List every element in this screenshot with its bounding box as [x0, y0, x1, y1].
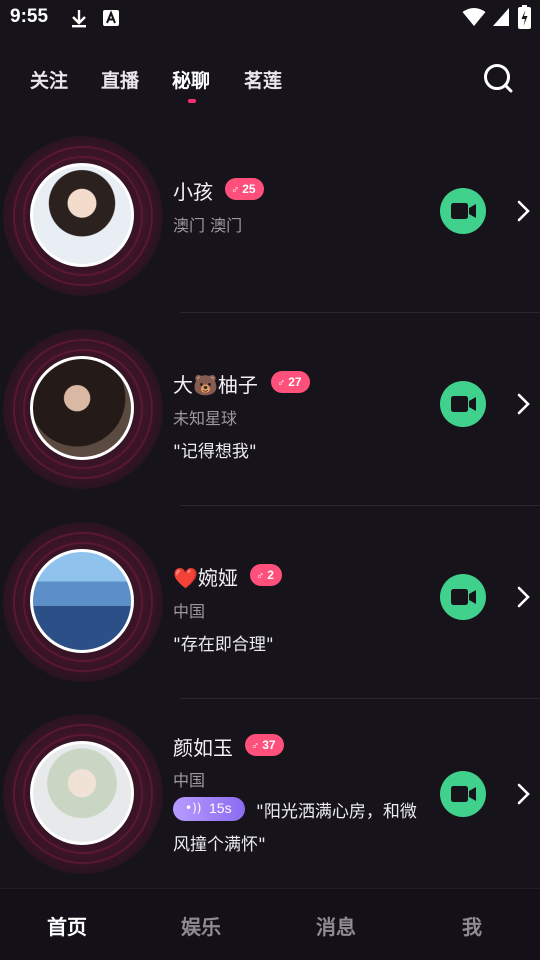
video-camera-icon — [451, 396, 476, 412]
gender-icon: ♂ — [251, 740, 260, 752]
video-camera-icon — [451, 203, 476, 219]
search-button[interactable] — [482, 62, 514, 94]
battery-icon — [518, 5, 531, 29]
keyboard-a-icon — [103, 10, 119, 26]
level-badge: ♂ 27 — [271, 371, 310, 393]
level-value: 37 — [262, 738, 276, 752]
user-location: 中国 — [173, 602, 206, 621]
signal-icon — [493, 8, 509, 26]
search-icon — [484, 64, 513, 93]
avatar[interactable] — [30, 741, 134, 845]
user-location: 中国 — [173, 771, 206, 790]
active-tab-indicator — [188, 99, 196, 103]
gender-icon: ♂ — [256, 570, 265, 582]
user-signature-line2: 风撞个满怀" — [173, 835, 266, 855]
user-signature: "记得想我" — [173, 442, 257, 462]
list-item[interactable]: 颜如玉 ♂ 37 中国 •)) 15s "阳光洒满心房，和微 风撞个满怀" — [0, 704, 540, 894]
bottom-nav-entertainment[interactable]: 娱乐 — [181, 911, 221, 940]
avatar[interactable] — [30, 549, 134, 653]
voice-message-button[interactable]: •)) 15s — [173, 797, 245, 821]
sound-wave-icon: •)) — [185, 801, 202, 815]
user-name: 颜如玉 — [173, 736, 233, 760]
level-badge: ♂ 2 — [250, 564, 282, 586]
video-call-button[interactable] — [440, 771, 486, 817]
video-call-button[interactable] — [440, 574, 486, 620]
list-item[interactable]: 小孩 ♂ 25 澳门 澳门 — [0, 126, 540, 316]
chevron-right-icon[interactable] — [514, 584, 534, 610]
wifi-icon — [462, 8, 486, 26]
voice-duration: 15s — [209, 800, 232, 816]
list-item[interactable]: 大🐻柚子 ♂ 27 未知星球 "记得想我" — [0, 319, 540, 509]
bottom-nav-home[interactable]: 首页 — [47, 911, 87, 940]
user-name: 小孩 — [173, 180, 213, 204]
top-nav: 关注 直播 秘聊 茗莲 — [0, 56, 540, 106]
tab-minglian[interactable]: 茗莲 — [244, 66, 282, 93]
user-signature: "存在即合理" — [173, 635, 274, 655]
level-badge: ♂ 25 — [225, 178, 264, 200]
level-value: 2 — [267, 568, 274, 582]
user-location: 澳门 澳门 — [173, 216, 243, 235]
bottom-nav: 首页 娱乐 消息 我 — [0, 888, 540, 960]
chevron-right-icon[interactable] — [514, 781, 534, 807]
video-camera-icon — [451, 786, 476, 802]
bottom-nav-me[interactable]: 我 — [462, 911, 482, 940]
user-name: 大🐻柚子 — [173, 373, 258, 397]
tab-live[interactable]: 直播 — [101, 66, 139, 93]
video-call-button[interactable] — [440, 381, 486, 427]
chevron-right-icon[interactable] — [514, 391, 534, 417]
level-value: 27 — [288, 375, 302, 389]
tab-follow[interactable]: 关注 — [30, 66, 68, 93]
user-signature: "阳光洒满心房，和微 — [256, 802, 417, 822]
level-badge: ♂ 37 — [245, 734, 284, 756]
bottom-nav-messages[interactable]: 消息 — [316, 911, 356, 940]
video-call-button[interactable] — [440, 188, 486, 234]
status-time: 9:55 — [10, 6, 49, 27]
video-camera-icon — [451, 589, 476, 605]
avatar[interactable] — [30, 356, 134, 460]
level-value: 25 — [242, 182, 256, 196]
chevron-right-icon[interactable] — [514, 198, 534, 224]
divider — [180, 698, 540, 699]
gender-icon: ♂ — [231, 184, 240, 196]
gender-icon: ♂ — [277, 377, 286, 389]
avatar[interactable] — [30, 163, 134, 267]
user-name: ❤️婉娅 — [173, 566, 238, 590]
download-icon — [72, 10, 86, 28]
list-item[interactable]: ❤️婉娅 ♂ 2 中国 "存在即合理" — [0, 512, 540, 702]
user-location: 未知星球 — [173, 409, 238, 428]
divider — [180, 312, 540, 313]
tab-secret-chat[interactable]: 秘聊 — [172, 66, 210, 93]
status-bar: 9:55 — [0, 0, 540, 36]
divider — [180, 505, 540, 506]
